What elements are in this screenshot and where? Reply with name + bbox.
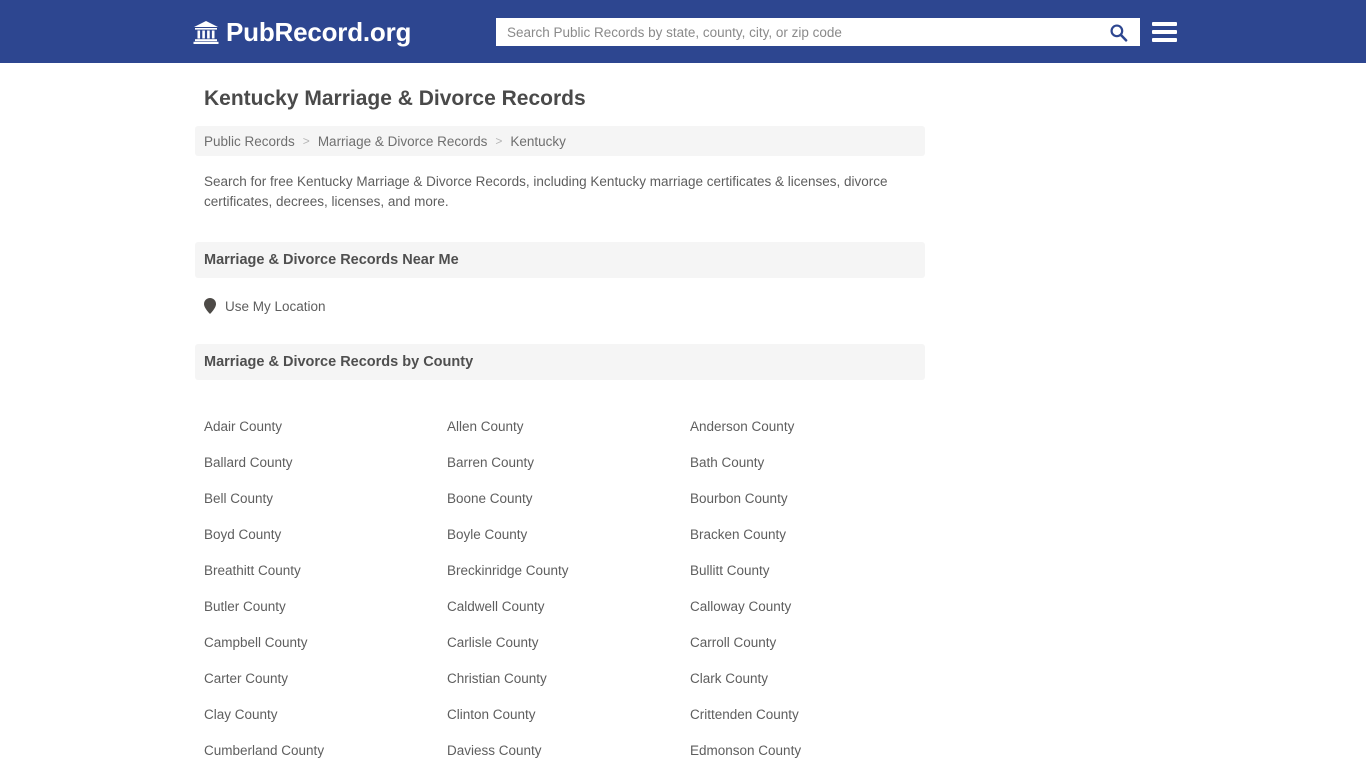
- county-link[interactable]: Bullitt County: [690, 553, 933, 589]
- county-link[interactable]: Calloway County: [690, 589, 933, 625]
- county-link[interactable]: Crittenden County: [690, 697, 933, 733]
- intro-description: Search for free Kentucky Marriage & Divo…: [204, 174, 888, 209]
- use-my-location-link[interactable]: Use My Location: [204, 298, 326, 314]
- county-link[interactable]: Boyle County: [447, 517, 690, 553]
- breadcrumb-separator: >: [302, 134, 310, 148]
- brand-logo-link[interactable]: PubRecord.org: [193, 17, 411, 47]
- county-links-grid: Adair County Allen County Anderson County B…: [195, 380, 925, 768]
- section-header-near-me: Marriage & Divorce Records Near Me: [195, 242, 925, 278]
- county-link[interactable]: Clinton County: [447, 697, 690, 733]
- near-me-list: Use My Location: [195, 278, 925, 314]
- county-link[interactable]: Butler County: [204, 589, 447, 625]
- county-link[interactable]: Clark County: [690, 661, 933, 697]
- county-link[interactable]: Cumberland County: [204, 733, 447, 768]
- county-link[interactable]: Adair County: [204, 409, 447, 445]
- section-header-by-county: Marriage & Divorce Records by County: [195, 344, 925, 380]
- county-link[interactable]: Barren County: [447, 445, 690, 481]
- brand-name: PubRecord.org: [226, 17, 412, 47]
- county-link[interactable]: Carlisle County: [447, 625, 690, 661]
- search-input[interactable]: [497, 19, 1097, 45]
- county-link[interactable]: Boyd County: [204, 517, 447, 553]
- hamburger-menu-icon-bar: [1151, 38, 1177, 42]
- county-link[interactable]: Breathitt County: [204, 553, 447, 589]
- county-link[interactable]: Carter County: [204, 661, 447, 697]
- county-link[interactable]: Caldwell County: [447, 589, 690, 625]
- search-button[interactable]: [1097, 19, 1139, 45]
- county-link[interactable]: Ballard County: [204, 445, 447, 481]
- county-link[interactable]: Boone County: [447, 481, 690, 517]
- hamburger-menu-icon-bar: [1151, 30, 1177, 34]
- site-header: PubRecord.org: [0, 0, 1366, 63]
- breadcrumb-separator: >: [495, 134, 503, 148]
- county-link[interactable]: Breckinridge County: [447, 553, 690, 589]
- county-link[interactable]: Edmonson County: [690, 733, 933, 768]
- county-link[interactable]: Carroll County: [690, 625, 933, 661]
- content-column: Kentucky Marriage & Divorce Records Publ…: [195, 63, 925, 768]
- county-link[interactable]: Campbell County: [204, 625, 447, 661]
- hamburger-menu-icon-bar: [1151, 22, 1177, 26]
- page-body: Kentucky Marriage & Divorce Records Publ…: [0, 63, 1366, 768]
- county-link[interactable]: Bracken County: [690, 517, 933, 553]
- section-header-by-county-label: Marriage & Divorce Records by County: [204, 354, 474, 370]
- county-link[interactable]: Bourbon County: [690, 481, 933, 517]
- map-pin-icon: [204, 298, 216, 314]
- breadcrumb-item-marriage-divorce-records[interactable]: Marriage & Divorce Records: [318, 134, 488, 149]
- search-bar: [496, 18, 1140, 46]
- county-link[interactable]: Bath County: [690, 445, 933, 481]
- search-icon: [1109, 23, 1128, 42]
- breadcrumb-item-public-records[interactable]: Public Records: [204, 134, 295, 149]
- section-header-near-me-label: Marriage & Divorce Records Near Me: [204, 252, 459, 268]
- use-my-location-label: Use My Location: [225, 298, 326, 314]
- county-link[interactable]: Bell County: [204, 481, 447, 517]
- breadcrumb: Public Records > Marriage & Divorce Record…: [195, 126, 925, 156]
- breadcrumb-item-kentucky: Kentucky: [510, 133, 566, 149]
- bank-building-icon: [193, 19, 219, 45]
- hamburger-menu-button[interactable]: [1150, 18, 1178, 46]
- page-title: Kentucky Marriage & Divorce Records: [204, 87, 586, 110]
- county-link[interactable]: Anderson County: [690, 409, 933, 445]
- county-link[interactable]: Daviess County: [447, 733, 690, 768]
- county-link[interactable]: Christian County: [447, 661, 690, 697]
- county-link[interactable]: Allen County: [447, 409, 690, 445]
- county-link[interactable]: Clay County: [204, 697, 447, 733]
